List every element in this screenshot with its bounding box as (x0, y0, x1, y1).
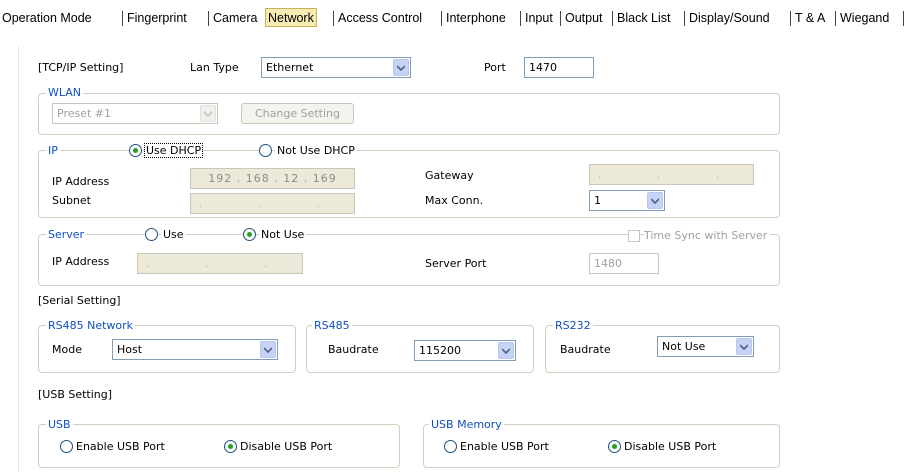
tcpip-heading: [TCP/IP Setting] (38, 61, 124, 74)
radio-selected-dot (612, 444, 617, 449)
rs485-baudrate-label: Baudrate (328, 343, 379, 356)
tab-bar: Operation Mode Fingerprint Camera Networ… (0, 0, 911, 32)
tab-separator (835, 11, 836, 26)
usb-legend: USB (46, 418, 73, 431)
lan-type-value: Ethernet (266, 61, 314, 74)
gateway-input[interactable]: . . . (589, 164, 754, 185)
usb-memory-enable-label[interactable]: Enable USB Port (460, 440, 549, 453)
radio-selected-dot (228, 444, 233, 449)
mode-select[interactable]: Host (112, 339, 278, 360)
rs232-baudrate-value: Not Use (662, 340, 706, 353)
tab-access-control[interactable]: Access Control (338, 11, 422, 25)
tab-network[interactable]: Network (265, 8, 317, 27)
rs232-legend: RS232 (553, 319, 593, 332)
tab-separator (122, 11, 123, 26)
chevron-down-icon[interactable] (498, 342, 514, 359)
radio-selected-dot (247, 232, 252, 237)
use-dhcp-label[interactable]: Use DHCP (143, 143, 204, 158)
tab-interphone[interactable]: Interphone (446, 11, 506, 25)
tab-black-list[interactable]: Black List (617, 11, 671, 25)
rs232-baudrate-select[interactable]: Not Use (657, 336, 754, 357)
radio-selected-dot (133, 148, 138, 153)
usb-disable-radio[interactable] (224, 440, 237, 453)
use-dhcp-radio[interactable] (129, 144, 142, 157)
gateway-label: Gateway (425, 169, 474, 182)
tab-separator (441, 11, 442, 26)
usb-memory-disable-radio[interactable] (608, 440, 621, 453)
tab-separator (790, 11, 791, 26)
subnet-label: Subnet (52, 194, 91, 207)
rs485-legend: RS485 (312, 319, 352, 332)
port-input[interactable]: 1470 (524, 57, 594, 78)
server-not-use-radio[interactable] (243, 228, 256, 241)
tab-output[interactable]: Output (565, 11, 603, 25)
max-conn-select[interactable]: 1 (589, 190, 665, 211)
server-ip-address-label: IP Address (52, 255, 110, 268)
time-sync-checkbox[interactable] (628, 230, 640, 242)
chevron-down-icon[interactable] (736, 338, 752, 355)
tab-fingerprint[interactable]: Fingerprint (127, 11, 187, 25)
server-not-use-label[interactable]: Not Use (259, 228, 307, 241)
serial-heading: [Serial Setting] (38, 294, 121, 307)
ip-address-label: IP Address (52, 175, 110, 188)
rs232-baudrate-label: Baudrate (560, 343, 611, 356)
chevron-down-icon[interactable] (260, 341, 276, 358)
tab-separator (684, 11, 685, 26)
tab-display-sound[interactable]: Display/Sound (689, 11, 770, 25)
usb-disable-label[interactable]: Disable USB Port (240, 440, 332, 453)
server-port-input[interactable]: 1480 (589, 253, 659, 274)
chevron-down-icon[interactable] (647, 192, 663, 209)
max-conn-value: 1 (594, 194, 601, 207)
tab-separator (612, 11, 613, 26)
tab-separator (520, 11, 521, 26)
mode-label: Mode (52, 343, 82, 356)
usb-memory-legend: USB Memory (429, 418, 504, 431)
tab-wiegand[interactable]: Wiegand (840, 11, 889, 25)
wlan-preset-value: Preset #1 (57, 107, 112, 120)
ip-legend: IP (46, 144, 60, 157)
tab-input[interactable]: Input (525, 11, 553, 25)
tab-separator (903, 11, 904, 26)
usb-enable-label[interactable]: Enable USB Port (76, 440, 165, 453)
tab-camera[interactable]: Camera (213, 11, 257, 25)
lan-type-label: Lan Type (190, 61, 239, 74)
usb-memory-enable-radio[interactable] (444, 440, 457, 453)
wlan-legend: WLAN (46, 86, 84, 99)
time-sync-label[interactable]: Time Sync with Server (644, 229, 771, 242)
rs485-baudrate-value: 115200 (419, 344, 461, 357)
server-use-label[interactable]: Use (161, 228, 186, 241)
mode-value: Host (117, 343, 143, 356)
rs485-baudrate-select[interactable]: 115200 (414, 340, 516, 361)
tab-operation-mode[interactable]: Operation Mode (2, 11, 92, 25)
usb-enable-radio[interactable] (60, 440, 73, 453)
port-label: Port (484, 61, 506, 74)
chevron-down-icon[interactable] (200, 105, 216, 122)
change-setting-button[interactable]: Change Setting (241, 103, 354, 124)
usb-memory-disable-label[interactable]: Disable USB Port (624, 440, 716, 453)
usb-heading: [USB Setting] (38, 388, 113, 401)
max-conn-label: Max Conn. (425, 194, 484, 207)
wlan-preset-select[interactable]: Preset #1 (52, 103, 218, 124)
rs485-network-legend: RS485 Network (46, 319, 136, 332)
subnet-input[interactable]: . . . (190, 193, 355, 214)
tab-separator (560, 11, 561, 26)
lan-type-select[interactable]: Ethernet (261, 57, 411, 78)
server-legend: Server (46, 228, 87, 241)
not-use-dhcp-label[interactable]: Not Use DHCP (275, 144, 357, 157)
server-use-radio[interactable] (145, 228, 158, 241)
tab-separator (208, 11, 209, 26)
server-port-label: Server Port (425, 257, 487, 270)
not-use-dhcp-radio[interactable] (259, 144, 272, 157)
server-ip-address-input[interactable]: . . . (137, 253, 303, 274)
tab-t-and-a[interactable]: T & A (795, 11, 825, 25)
ip-address-input[interactable]: 192 . 168 . 12 . 169 (190, 168, 355, 189)
chevron-down-icon[interactable] (393, 59, 409, 76)
tab-separator (333, 11, 334, 26)
